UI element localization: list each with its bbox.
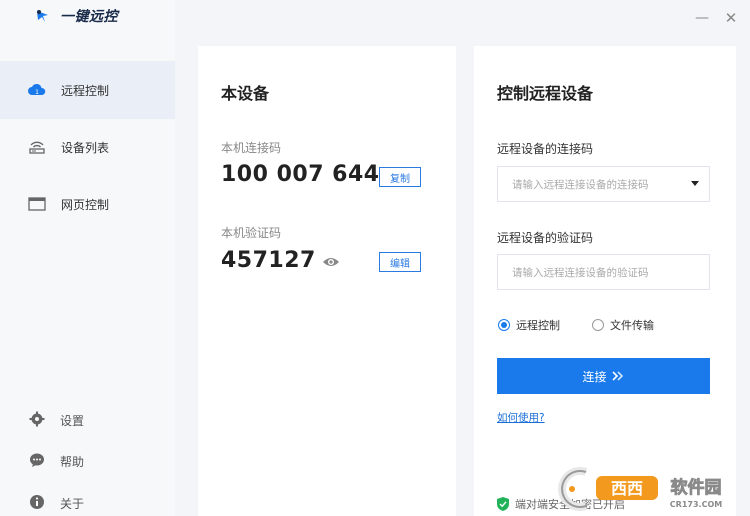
shield-icon <box>497 497 509 511</box>
radio-unselected-icon[interactable] <box>592 319 604 331</box>
local-verify-label: 本机验证码 <box>221 226 282 240</box>
cloud-remote-icon: 1 <box>28 81 46 99</box>
sidebar-item-remote-control[interactable]: 1 远程控制 <box>0 61 175 119</box>
remote-device-title: 控制远程设备 <box>497 84 594 103</box>
local-connect-code: 100 007 644 <box>221 162 380 187</box>
remote-verify-input[interactable]: 请输入远程连接设备的验证码 <box>497 254 710 290</box>
watermark-logo-icon: 西西 软件园 CR173.COM <box>558 467 722 511</box>
device-list-icon <box>28 138 46 156</box>
sidebar-item-label: 设置 <box>60 413 85 428</box>
svg-text:软件园: 软件园 <box>671 477 722 498</box>
local-code-label: 本机连接码 <box>221 141 282 155</box>
minimize-button[interactable]: — <box>694 10 710 26</box>
local-verify-code: 457127 <box>221 248 316 273</box>
sidebar-item-help[interactable]: 帮助 <box>0 446 175 476</box>
radio-selected-icon[interactable] <box>498 319 510 331</box>
info-icon <box>29 494 45 513</box>
web-page-icon <box>28 195 46 213</box>
svg-text:CR173.COM: CR173.COM <box>670 500 722 509</box>
svg-text:西西: 西西 <box>611 479 643 498</box>
local-device-title: 本设备 <box>221 84 270 103</box>
eye-icon[interactable] <box>322 254 340 268</box>
connect-label: 连接 <box>582 369 607 384</box>
logo-icon <box>37 10 48 22</box>
app-logo: 一键远控 <box>36 6 118 26</box>
mode-label: 远程控制 <box>516 319 560 332</box>
sidebar-item-settings[interactable]: 设置 <box>0 405 175 435</box>
svg-text:1: 1 <box>35 89 39 96</box>
connect-button[interactable]: 连接 <box>497 358 710 394</box>
close-button[interactable]: ✕ <box>723 10 739 26</box>
gear-icon <box>29 411 45 430</box>
help-chat-icon <box>29 452 45 471</box>
sidebar-item-label: 远程控制 <box>61 83 110 98</box>
app-name: 一键远控 <box>60 9 118 25</box>
sidebar-item-label: 设备列表 <box>61 140 110 155</box>
sidebar-item-label: 网页控制 <box>61 197 110 212</box>
local-device-card: 本设备 本机连接码 100 007 644 复制 本机验证码 457127 编辑 <box>198 46 456 516</box>
remote-code-label: 远程设备的连接码 <box>497 142 594 156</box>
copy-button[interactable]: 复制 <box>379 167 421 187</box>
sidebar-item-web-control[interactable]: 网页控制 <box>0 175 175 233</box>
sidebar-item-device-list[interactable]: 设备列表 <box>0 118 175 176</box>
double-chevron-right-icon <box>611 371 625 381</box>
sidebar-item-label: 关于 <box>60 496 85 511</box>
edit-button[interactable]: 编辑 <box>379 252 421 272</box>
mode-remote-control[interactable]: 远程控制 <box>498 317 560 333</box>
remote-code-placeholder: 请输入远程连接设备的连接码 <box>512 178 649 191</box>
remote-verify-placeholder: 请输入远程连接设备的验证码 <box>512 266 649 279</box>
how-to-use-link[interactable]: 如何使用? <box>497 410 545 425</box>
mode-label: 文件传输 <box>610 319 654 332</box>
remote-code-input[interactable]: 请输入远程连接设备的连接码 <box>497 166 710 202</box>
dropdown-caret-icon[interactable] <box>691 181 699 186</box>
sidebar-item-label: 帮助 <box>60 454 85 469</box>
remote-verify-label: 远程设备的验证码 <box>497 231 594 245</box>
mode-file-transfer[interactable]: 文件传输 <box>592 317 654 333</box>
sidebar-item-about[interactable]: 关于 <box>0 488 175 516</box>
watermark: 西西 软件园 CR173.COM <box>556 466 736 512</box>
remote-device-card: 控制远程设备 远程设备的连接码 请输入远程连接设备的连接码 远程设备的验证码 请… <box>474 46 736 516</box>
sidebar: 一键远控 1 远程控制 设备列表 网页控制 设置 帮助 关于 <box>0 0 175 516</box>
